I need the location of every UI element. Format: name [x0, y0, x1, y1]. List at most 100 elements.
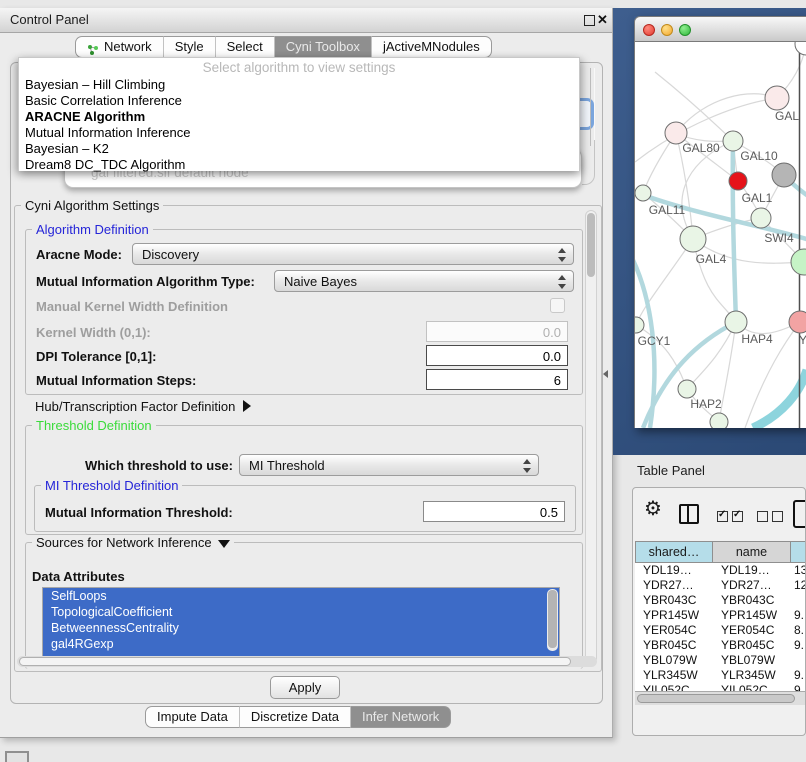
data-attribute-item[interactable]: SelfLoops	[43, 588, 559, 604]
algorithm-option[interactable]: Basic Correlation Inference	[19, 93, 579, 109]
gear-icon[interactable]: ⚙	[644, 496, 662, 521]
network-node-gal4[interactable]	[680, 226, 706, 252]
table-cell[interactable]: YBL079W	[713, 653, 791, 668]
table-cell[interactable]: 9.	[791, 638, 806, 653]
column-header[interactable]: shared…	[635, 541, 713, 563]
dpi-tolerance-field[interactable]: 0.0	[426, 345, 568, 366]
tab-cyni-toolbox[interactable]: Cyni Toolbox	[274, 36, 371, 58]
tab-jactivemnodules[interactable]: jActiveMNodules	[371, 36, 492, 58]
network-node-swi4[interactable]	[791, 249, 806, 275]
table-horizontal-scrollbar-thumb[interactable]	[637, 694, 795, 703]
data-attribute-item[interactable]: BetweennessCentrality	[43, 620, 559, 636]
close-window-icon[interactable]	[643, 24, 655, 36]
minimized-panel-button[interactable]	[5, 751, 29, 762]
table-cell[interactable]: 9.	[791, 668, 806, 683]
select-all-columns-icon[interactable]	[717, 510, 747, 525]
aracne-mode-combo[interactable]: Discovery	[132, 243, 574, 265]
network-node-y[interactable]	[789, 311, 806, 333]
tab-style[interactable]: Style	[163, 36, 215, 58]
table-cell[interactable]: 8.	[791, 623, 806, 638]
zoom-window-icon[interactable]	[679, 24, 691, 36]
attributes-list-scrollbar-thumb[interactable]	[548, 590, 557, 648]
network-node-gal10[interactable]	[723, 131, 743, 151]
table-cell[interactable]	[791, 593, 806, 608]
data-attributes-list[interactable]: SelfLoopsTopologicalCoefficientBetweenne…	[42, 587, 560, 657]
column-header[interactable]: name	[713, 541, 791, 563]
table-cell[interactable]: YDR27…	[713, 578, 791, 593]
split-pane-handle-icon[interactable]	[603, 370, 608, 378]
tab-network[interactable]: Network	[75, 36, 163, 58]
tab-select[interactable]: Select	[215, 36, 274, 58]
algorithm-option[interactable]: Bayesian – K2	[19, 141, 579, 157]
table-cell[interactable]: YBL079W	[635, 653, 713, 668]
table-row[interactable]: YDL19…YDL19…13	[635, 563, 806, 578]
network-node[interactable]	[729, 172, 747, 190]
table-cell[interactable]: YDL19…	[713, 563, 791, 578]
tab-infer-network[interactable]: Infer Network	[350, 706, 451, 728]
table-cell[interactable]: YER054C	[635, 623, 713, 638]
table-cell[interactable]: YLR345W	[713, 668, 791, 683]
table-cell[interactable]: 13	[791, 563, 806, 578]
show-columns-icon[interactable]	[679, 504, 699, 524]
minimize-window-icon[interactable]	[661, 24, 673, 36]
algorithm-option[interactable]: ARACNE Algorithm	[19, 109, 579, 125]
network-node-hap4[interactable]	[725, 311, 747, 333]
table-cell[interactable]: 12	[791, 578, 806, 593]
table-row[interactable]: YBR045CYBR045C9.	[635, 638, 806, 653]
settings-horizontal-scrollbar[interactable]	[17, 656, 597, 667]
data-attribute-item[interactable]: gal4RGexp	[43, 636, 559, 652]
table-cell[interactable]: YER054C	[713, 623, 791, 638]
network-node-gal11[interactable]	[635, 185, 651, 201]
table-row[interactable]: YPR145WYPR145W9.	[635, 608, 806, 623]
table-cell[interactable]: 9.	[791, 608, 806, 623]
table-cell[interactable]: YBR043C	[713, 593, 791, 608]
table-row[interactable]: YBR043CYBR043C	[635, 593, 806, 608]
network-node-gal1[interactable]	[751, 208, 771, 228]
table-cell[interactable]: YBR045C	[713, 638, 791, 653]
network-node[interactable]	[795, 42, 806, 55]
table-cell[interactable]: YPR145W	[635, 608, 713, 623]
mi-algorithm-type-combo[interactable]: Naive Bayes	[274, 270, 574, 292]
table-cell[interactable]: YDR27…	[635, 578, 713, 593]
network-node[interactable]	[710, 413, 728, 428]
float-panel-icon[interactable]	[584, 15, 595, 26]
table-cell[interactable]: YBR043C	[635, 593, 713, 608]
table-cell[interactable]: YBR045C	[635, 638, 713, 653]
deselect-all-columns-icon[interactable]	[757, 510, 787, 525]
tab-impute-data[interactable]: Impute Data	[145, 706, 239, 728]
table-cell[interactable]: YLR345W	[635, 668, 713, 683]
table-row[interactable]: YDR27…YDR27…12	[635, 578, 806, 593]
network-node-gcy1[interactable]	[635, 317, 644, 333]
which-threshold-combo[interactable]: MI Threshold	[239, 454, 539, 476]
network-window-titlebar[interactable]	[634, 16, 806, 42]
mutual-information-threshold-field[interactable]: 0.5	[423, 501, 565, 522]
network-canvas[interactable]: GALGAL80GAL10GAL1GAL11GAL4SWI4GCY1HAP4YH…	[634, 42, 806, 428]
close-panel-icon[interactable]: ✕	[597, 12, 608, 28]
hub-tf-definition-toggle[interactable]: Hub/Transcription Factor Definition	[35, 399, 251, 414]
algorithm-option[interactable]: Mutual Information Inference	[19, 125, 579, 141]
network-node-hap2[interactable]	[678, 380, 696, 398]
table-cell[interactable]: YDL19…	[635, 563, 713, 578]
network-node[interactable]	[772, 163, 796, 187]
network-graph[interactable]: GALGAL80GAL10GAL1GAL11GAL4SWI4GCY1HAP4YH…	[635, 42, 806, 428]
algorithm-option[interactable]: Dream8 DC_TDC Algorithm	[19, 157, 579, 173]
table-row[interactable]: YER054CYER054C8.	[635, 623, 806, 638]
algorithm-option[interactable]: Bayesian – Hill Climbing	[19, 77, 579, 93]
network-node-gal[interactable]	[765, 86, 789, 110]
settings-vertical-scrollbar[interactable]	[585, 210, 597, 664]
new-table-icon[interactable]	[793, 500, 806, 528]
table-horizontal-scrollbar[interactable]	[635, 691, 806, 705]
table-row[interactable]: YBL079WYBL079W	[635, 653, 806, 668]
settings-horizontal-scrollbar-thumb[interactable]	[19, 657, 571, 666]
mi-steps-field[interactable]: 6	[426, 369, 568, 390]
table-cell[interactable]	[791, 653, 806, 668]
settings-vertical-scrollbar-thumb[interactable]	[587, 213, 595, 277]
table-row[interactable]: YLR345WYLR345W9.	[635, 668, 806, 683]
sources-title-toggle[interactable]: Sources for Network Inference	[32, 535, 234, 550]
table-cell[interactable]: YPR145W	[713, 608, 791, 623]
data-attribute-item[interactable]: TopologicalCoefficient	[43, 604, 559, 620]
tab-discretize-data[interactable]: Discretize Data	[239, 706, 350, 728]
attributes-list-scrollbar[interactable]	[547, 589, 558, 651]
apply-button[interactable]: Apply	[270, 676, 340, 699]
column-header[interactable]	[791, 541, 806, 563]
